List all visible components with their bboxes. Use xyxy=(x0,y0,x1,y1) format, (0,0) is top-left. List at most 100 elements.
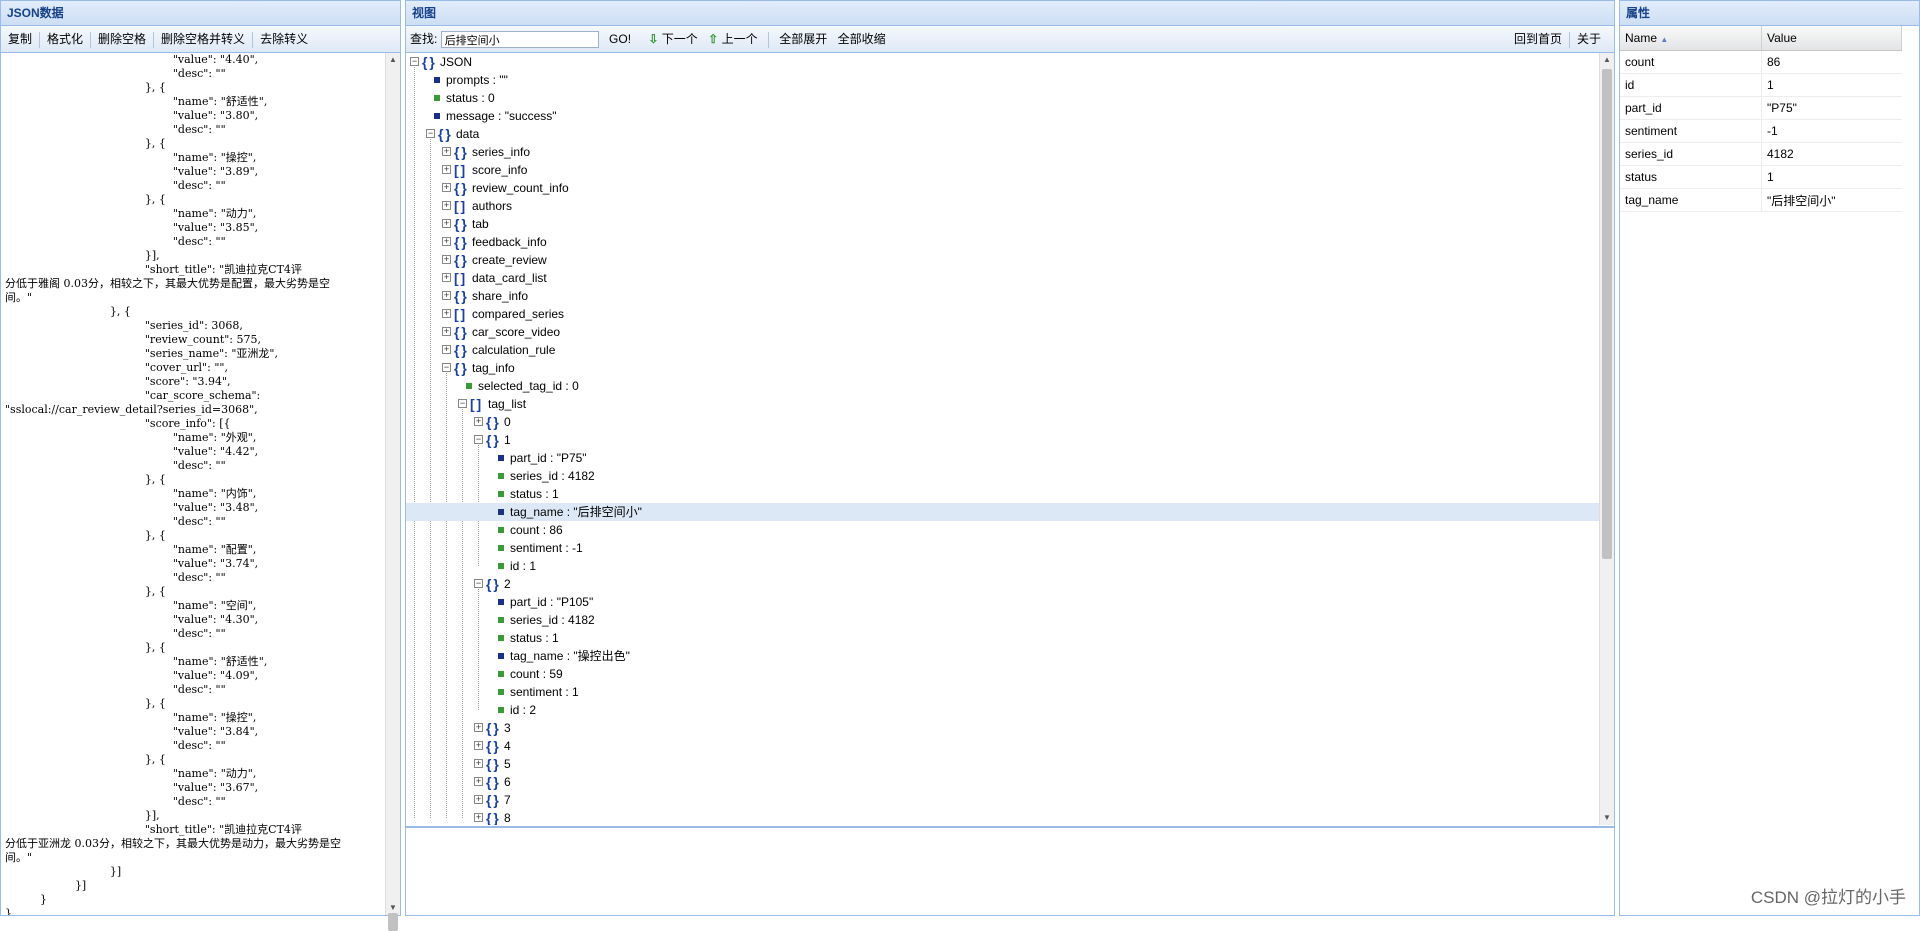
collapse-icon[interactable]: − xyxy=(474,435,483,444)
expand-icon[interactable]: + xyxy=(442,219,451,228)
expand-icon[interactable]: + xyxy=(474,723,483,732)
expand-icon[interactable]: + xyxy=(442,345,451,354)
tree-leaf-node[interactable]: part_id : "P105" xyxy=(406,593,1600,611)
tree-node[interactable]: +[ ] compared_series xyxy=(406,305,1600,323)
tree-leaf-node[interactable]: sentiment : -1 xyxy=(406,539,1600,557)
tree-leaf-node[interactable]: status : 1 xyxy=(406,629,1600,647)
tree-node[interactable]: +[ ] authors xyxy=(406,197,1600,215)
tree-node[interactable]: +{ } tab xyxy=(406,215,1600,233)
json-scrollbar[interactable]: ▲ ▼ xyxy=(385,53,400,931)
tree-node[interactable]: +{ } 0 xyxy=(406,413,1600,431)
prev-button[interactable]: ⇧ 上一个 xyxy=(708,26,764,52)
expand-icon[interactable]: + xyxy=(442,291,451,300)
expand-icon[interactable]: + xyxy=(474,777,483,786)
tree-node[interactable]: +{ } create_review xyxy=(406,251,1600,269)
tree-leaf-node[interactable]: status : 1 xyxy=(406,485,1600,503)
tree-node[interactable]: +{ } feedback_info xyxy=(406,233,1600,251)
expand-icon[interactable]: + xyxy=(442,201,451,210)
go-button[interactable]: GO! xyxy=(602,26,638,52)
tree-node[interactable]: +{ } car_score_video xyxy=(406,323,1600,341)
next-button[interactable]: ⇩ 下一个 xyxy=(641,26,704,52)
tree-node[interactable]: −{ } tag_info xyxy=(406,359,1600,377)
tree-node[interactable]: +{ } 3 xyxy=(406,719,1600,737)
tree-leaf-node[interactable]: status : 0 xyxy=(406,89,1600,107)
tree-node[interactable]: +[ ] data_card_list xyxy=(406,269,1600,287)
tree-leaf-node[interactable]: id : 2 xyxy=(406,701,1600,719)
expand-icon[interactable]: + xyxy=(442,237,451,246)
scroll-thumb[interactable] xyxy=(1602,69,1612,559)
tree-node[interactable]: +{ } 6 xyxy=(406,773,1600,791)
collapse-icon[interactable]: − xyxy=(442,363,451,372)
value-column-header[interactable]: Value xyxy=(1761,26,1902,51)
tree-node[interactable]: −{ } 2 xyxy=(406,575,1600,593)
tree-node-label: 0 xyxy=(504,415,511,429)
tree-node[interactable]: +{ } calculation_rule xyxy=(406,341,1600,359)
tree-leaf-node[interactable]: series_id : 4182 xyxy=(406,611,1600,629)
expand-icon[interactable]: + xyxy=(474,741,483,750)
scroll-down-arrow-icon[interactable]: ▼ xyxy=(386,901,400,915)
unescape-button[interactable]: 去除转义 xyxy=(253,26,315,52)
tree-node[interactable]: −{ } data xyxy=(406,125,1600,143)
json-text-area[interactable]: "value": "4.40", "desc": "" }, { "name":… xyxy=(1,53,386,915)
tree-leaf-node[interactable]: prompts : "" xyxy=(406,71,1600,89)
remove-spaces-escape-button[interactable]: 删除空格并转义 xyxy=(154,26,252,52)
scroll-up-arrow-icon[interactable]: ▲ xyxy=(386,53,400,67)
expand-icon[interactable]: + xyxy=(442,183,451,192)
expand-icon[interactable]: + xyxy=(442,165,451,174)
expand-icon[interactable]: + xyxy=(442,327,451,336)
expand-icon[interactable]: + xyxy=(474,759,483,768)
tree-node-label: compared_series xyxy=(472,307,565,321)
search-input[interactable] xyxy=(440,31,599,49)
home-button[interactable]: 回到首页 xyxy=(1507,26,1569,52)
tree-leaf-node[interactable]: sentiment : 1 xyxy=(406,683,1600,701)
copy-button[interactable]: 复制 xyxy=(1,26,39,52)
expand-icon[interactable]: + xyxy=(442,273,451,282)
property-row[interactable]: sentiment -1 xyxy=(1620,119,1902,143)
tree-leaf-node[interactable]: part_id : "P75" xyxy=(406,449,1600,467)
property-row[interactable]: tag_name "后排空间小" xyxy=(1620,188,1902,212)
collapse-icon[interactable]: − xyxy=(474,579,483,588)
expand-icon[interactable]: + xyxy=(442,147,451,156)
tree-node[interactable]: +{ } share_info xyxy=(406,287,1600,305)
tree-node[interactable]: +[ ] score_info xyxy=(406,161,1600,179)
collapse-icon[interactable]: − xyxy=(458,399,467,408)
about-button[interactable]: 关于 xyxy=(1570,26,1608,52)
expand-all-button[interactable]: 全部展开 xyxy=(772,26,834,52)
tree-node[interactable]: −[ ] tag_list xyxy=(406,395,1600,413)
tree-node[interactable]: +{ } 8 xyxy=(406,809,1600,825)
scroll-down-arrow-icon[interactable]: ▼ xyxy=(1600,811,1614,825)
tree-node[interactable]: +{ } review_count_info xyxy=(406,179,1600,197)
expand-icon[interactable]: + xyxy=(474,795,483,804)
collapse-icon[interactable]: − xyxy=(426,129,435,138)
format-button[interactable]: 格式化 xyxy=(40,26,90,52)
tree-node[interactable]: +{ } series_info xyxy=(406,143,1600,161)
collapse-icon[interactable]: − xyxy=(410,57,419,66)
tree-leaf-node[interactable]: count : 59 xyxy=(406,665,1600,683)
scroll-up-arrow-icon[interactable]: ▲ xyxy=(1600,53,1614,67)
property-row[interactable]: series_id 4182 xyxy=(1620,142,1902,166)
expand-icon[interactable]: + xyxy=(474,417,483,426)
remove-spaces-button[interactable]: 删除空格 xyxy=(91,26,153,52)
tree-node[interactable]: +{ } 4 xyxy=(406,737,1600,755)
expand-icon[interactable]: + xyxy=(442,255,451,264)
tree-node[interactable]: +{ } 7 xyxy=(406,791,1600,809)
collapse-all-button[interactable]: 全部收缩 xyxy=(838,26,893,52)
tree-leaf-node[interactable]: count : 86 xyxy=(406,521,1600,539)
tree-scrollbar[interactable]: ▲ ▼ xyxy=(1599,53,1614,825)
tree-leaf-node[interactable]: selected_tag_id : 0 xyxy=(406,377,1600,395)
tree-leaf-node[interactable]: tag_name : "操控出色" xyxy=(406,647,1600,665)
property-row[interactable]: status 1 xyxy=(1620,165,1902,189)
property-row[interactable]: id 1 xyxy=(1620,73,1902,97)
expand-icon[interactable]: + xyxy=(442,309,451,318)
property-row[interactable]: part_id "P75" xyxy=(1620,96,1902,120)
tree-leaf-node[interactable]: tag_name : "后排空间小" xyxy=(406,503,1600,521)
tree-node[interactable]: +{ } 5 xyxy=(406,755,1600,773)
tree-leaf-node[interactable]: series_id : 4182 xyxy=(406,467,1600,485)
tree-node[interactable]: −{ } 1 xyxy=(406,431,1600,449)
tree-leaf-node[interactable]: id : 1 xyxy=(406,557,1600,575)
expand-icon[interactable]: + xyxy=(474,813,483,822)
tree-node[interactable]: −{ } JSON xyxy=(406,53,1600,71)
property-row[interactable]: count 86 xyxy=(1620,50,1902,74)
tree-leaf-node[interactable]: message : "success" xyxy=(406,107,1600,125)
name-column-header[interactable]: Name ▲ xyxy=(1620,26,1762,51)
